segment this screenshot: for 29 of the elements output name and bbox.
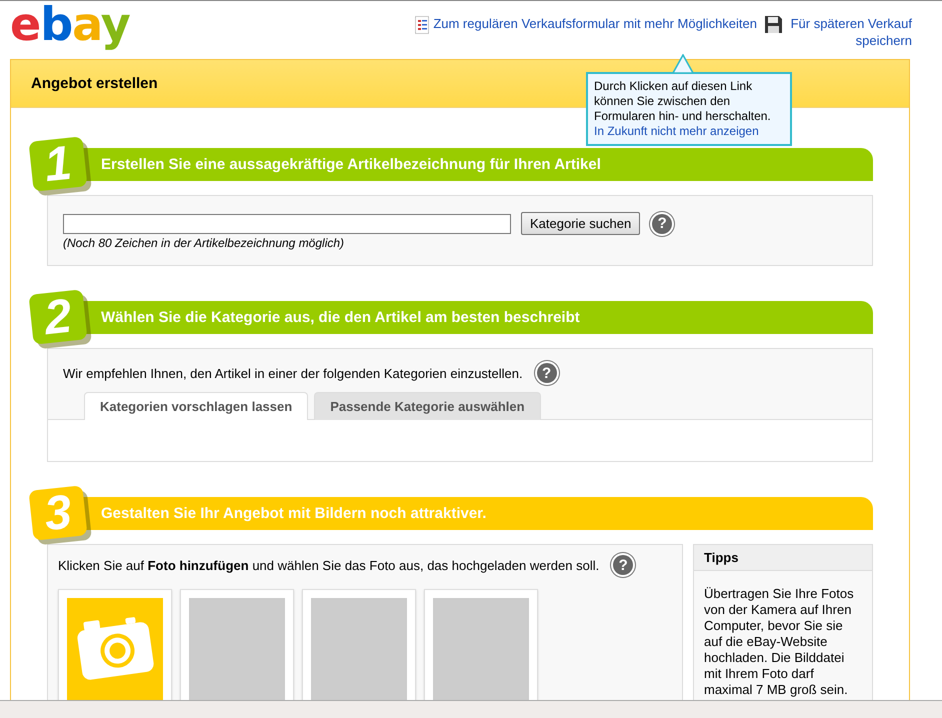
photo-slot[interactable] <box>424 589 538 700</box>
add-photo-tile[interactable] <box>58 589 172 700</box>
tab[interactable]: Kategorien vorschlagen lassen <box>84 392 308 420</box>
tooltip-text: Durch Klicken auf diesen Link können Sie zwischen den Formularen hin- und herschalten. <box>594 79 772 124</box>
ebay-logo[interactable]: ebay <box>10 1 132 53</box>
photo-slot[interactable] <box>302 589 416 700</box>
title-input-field[interactable] <box>63 214 511 234</box>
header-link[interactable]: Zum regulären Verkaufsformular mit mehr Möglichkeiten <box>433 15 757 32</box>
help-icon[interactable]: ? <box>652 214 672 234</box>
photo-instruction-text: Klicken Sie auf Foto hinzufügen und wählen Sie das Foto aus, das hochgeladen werden soll. <box>58 558 600 572</box>
step-title: Erstellen Sie eine aussagekräftige Artikelbezeichnung für Ihren Artikel <box>101 156 601 172</box>
hint-text: (Noch 80 Zeichen in der Artikelbezeichnung möglich) <box>63 236 346 250</box>
panel-title: Angebot erstellen <box>31 75 158 92</box>
dismiss-link[interactable]: In Zukunft nicht mehr anzeigen <box>594 124 759 138</box>
header-link[interactable]: Für späteren Verkauf speichern <box>786 15 912 49</box>
tab[interactable]: Passende Kategorie auswählen <box>314 392 541 420</box>
step-number-badge: 1 <box>28 136 88 192</box>
form-icon[interactable] <box>415 16 430 34</box>
help-icon[interactable]: ? <box>613 555 634 575</box>
step-title: Gestalten Sie Ihr Angebot mit Bildern noch attraktiver. <box>101 504 486 522</box>
step-title: Wählen Sie die Kategorie aus, die den Artikel am besten beschreibt <box>101 308 580 326</box>
recommend-text: Wir empfehlen Ihnen, den Artikel in einer der folgenden Kategorien einzustellen. <box>63 366 523 380</box>
tips-text: Übertragen Sie Ihre Fotos von der Kamera auf Ihren Computer, bevor Sie sie auf die eBay-Website hochladen. Die Bilddatei mit Ihrem Foto darf maximal 7 MB groß sein. <box>703 585 855 699</box>
tips-title: Tipps <box>704 550 738 565</box>
step-number-badge: 3 <box>28 485 88 541</box>
photo-slot[interactable] <box>180 589 294 700</box>
step-number-badge: 2 <box>28 289 88 345</box>
help-icon[interactable]: ? <box>536 363 557 383</box>
search-category-button[interactable]: Kategorie suchen <box>521 212 640 235</box>
